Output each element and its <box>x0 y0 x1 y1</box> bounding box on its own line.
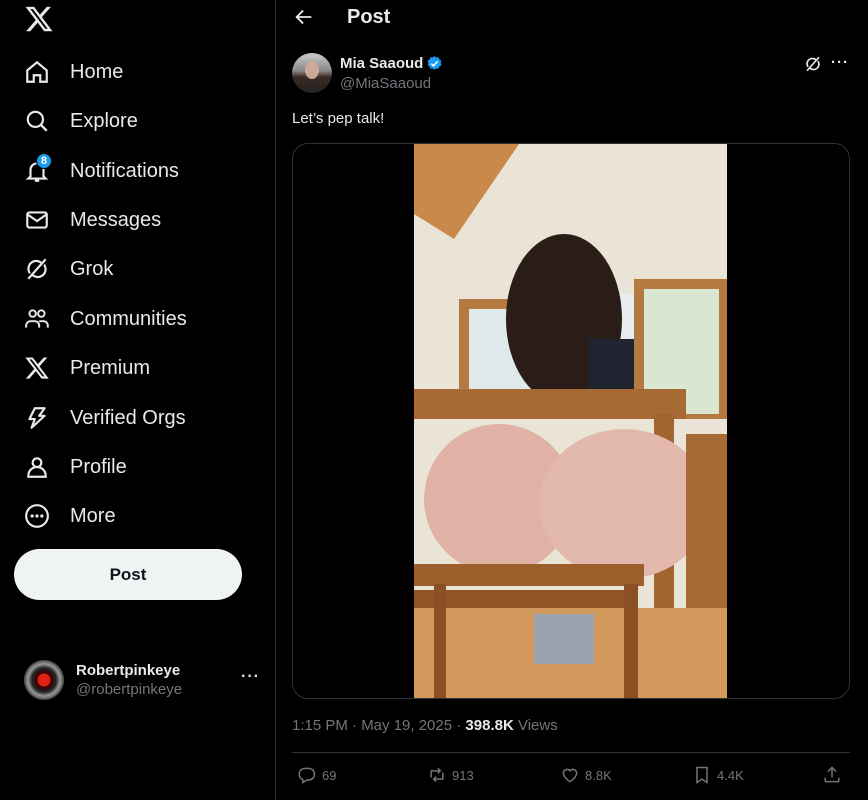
reply-button[interactable]: 69 <box>297 765 336 785</box>
video-frame-image <box>414 144 727 698</box>
avatar[interactable] <box>292 53 332 93</box>
account-name: Robertpinkeye <box>76 662 181 679</box>
grok-icon[interactable] <box>804 55 822 73</box>
like-count: 8.8K <box>585 767 612 783</box>
post-video[interactable] <box>292 143 850 699</box>
sidebar: Home Explore 8 Notifications Messages Gr… <box>0 0 276 800</box>
home-icon <box>24 59 50 85</box>
sidebar-item-label: Notifications <box>70 159 179 182</box>
verified-badge-icon <box>427 56 442 70</box>
account-more-icon[interactable]: ··· <box>241 668 260 686</box>
notification-badge: 8 <box>36 153 52 169</box>
envelope-icon <box>24 207 50 233</box>
post-button[interactable]: Post <box>14 549 242 600</box>
sidebar-item-label: Profile <box>70 455 127 478</box>
x-icon <box>24 355 50 381</box>
bell-icon: 8 <box>24 153 52 184</box>
bookmark-icon <box>696 766 708 784</box>
more-circle-icon <box>24 503 50 529</box>
repost-button[interactable]: 913 <box>427 765 474 785</box>
reply-icon <box>298 767 316 784</box>
sidebar-item-messages[interactable]: Messages <box>14 198 254 242</box>
post-timestamp: 1:15 PM · May 19, 2025 · 398.8K Views <box>292 717 558 734</box>
main-column: Post Mia Saaoud @MiaSaaoud ··· Let’s pep… <box>277 0 868 800</box>
account-switcher[interactable]: Robertpinkeye @robertpinkeye ··· <box>14 650 264 710</box>
repost-icon <box>430 767 444 783</box>
avatar <box>24 660 64 700</box>
grok-icon <box>24 256 50 282</box>
sidebar-item-communities[interactable]: Communities <box>14 297 254 341</box>
person-icon <box>24 454 50 480</box>
divider <box>292 752 850 753</box>
sidebar-item-label: Communities <box>70 307 187 330</box>
back-arrow-icon[interactable] <box>293 6 315 28</box>
repost-count: 913 <box>452 767 474 783</box>
sidebar-item-label: Home <box>70 60 124 83</box>
author-handle[interactable]: @MiaSaaoud <box>340 75 431 92</box>
sidebar-item-label: Verified Orgs <box>70 406 186 429</box>
sidebar-item-premium[interactable]: Premium <box>14 346 254 390</box>
sidebar-item-profile[interactable]: Profile <box>14 445 254 489</box>
sidebar-item-label: Grok <box>70 257 114 280</box>
like-button[interactable]: 8.8K <box>560 765 612 785</box>
x-logo-icon[interactable] <box>24 4 54 34</box>
sidebar-item-grok[interactable]: Grok <box>14 247 254 291</box>
sidebar-item-home[interactable]: Home <box>14 50 254 94</box>
bookmark-count: 4.4K <box>717 767 744 783</box>
communities-icon <box>24 306 50 332</box>
post-text: Let’s pep talk! <box>292 110 385 127</box>
share-button[interactable] <box>822 765 847 785</box>
search-icon <box>24 108 50 134</box>
sidebar-item-notifications[interactable]: 8 Notifications <box>14 149 254 193</box>
views-count: 398.8K <box>465 717 514 734</box>
post-time[interactable]: 1:15 PM · May 19, 2025 · <box>292 717 465 734</box>
bookmark-button[interactable]: 4.4K <box>692 765 744 785</box>
heart-icon <box>562 768 578 783</box>
author-name-text: Mia Saaoud <box>340 55 424 72</box>
page-title: Post <box>347 6 391 28</box>
sidebar-item-label: More <box>70 504 116 527</box>
reply-count: 69 <box>322 767 337 783</box>
views-label: Views <box>513 717 558 734</box>
author-name[interactable]: Mia Saaoud <box>340 55 443 72</box>
lightning-icon <box>24 405 50 431</box>
sidebar-item-label: Explore <box>70 109 138 132</box>
post-more-icon[interactable]: ··· <box>831 54 849 71</box>
share-icon <box>824 766 840 783</box>
account-handle: @robertpinkeye <box>76 681 183 698</box>
sidebar-item-verified-orgs[interactable]: Verified Orgs <box>14 396 254 440</box>
sidebar-item-label: Premium <box>70 356 151 379</box>
sidebar-item-more[interactable]: More <box>14 494 254 538</box>
sidebar-item-label: Messages <box>70 208 162 231</box>
sidebar-item-explore[interactable]: Explore <box>14 99 254 143</box>
